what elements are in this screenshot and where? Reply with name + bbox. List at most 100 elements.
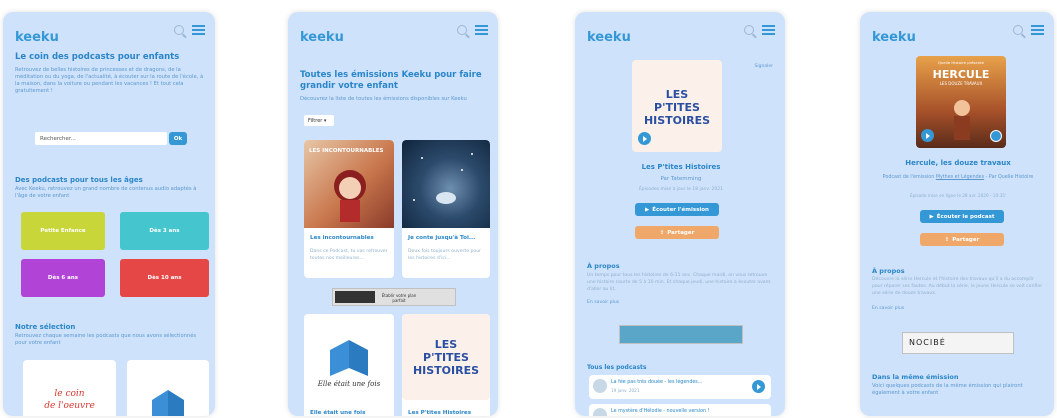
listen-button[interactable]: ▶ Écouter l'émission — [635, 203, 719, 216]
episode-meta: Podcast de l'émission Mythes et Légendes… — [882, 175, 1034, 180]
age-button-10-ans[interactable]: Dès 10 ans — [120, 259, 209, 297]
show-author: Par Tatemming — [660, 176, 702, 182]
share-icon: ⇪ — [659, 229, 665, 236]
ad-banner[interactable]: Établir votre plan parfait — [332, 288, 456, 306]
same-show-title: Dans la même émission — [872, 373, 959, 381]
about-text: Un temps pour tous les histoires de 6-11… — [587, 273, 771, 292]
search-input[interactable]: Rechercher... — [35, 132, 167, 145]
menu-icon[interactable] — [1031, 25, 1044, 35]
episode-duration: Épisode mise en ligne le 28 avr. 2020 - … — [909, 193, 1007, 198]
ages-section-title: Des podcasts pour tous les âges — [15, 176, 143, 184]
card-cover — [402, 140, 490, 228]
episode-cover: Quelle Histoire présente HERCULE LES DOU… — [916, 56, 1006, 148]
episode-title: Hercule, les douze travaux — [905, 159, 1011, 167]
ad-banner[interactable] — [619, 325, 743, 344]
page-subtitle: Découvrez la liste de toutes les émissio… — [300, 96, 467, 102]
screen-episode-detail: keeku Quelle Histoire présente HERCULE L… — [860, 12, 1054, 416]
selection-title: Notre sélection — [15, 323, 76, 331]
episode-row[interactable]: Le mystère d'Hélodie - nouvelle version … — [589, 404, 771, 416]
episode-thumb — [593, 408, 607, 416]
menu-icon[interactable] — [475, 25, 488, 35]
show-card-ptites-histoires[interactable]: LES P'TITES HISTOIRES Les P'tites Histoi… — [402, 314, 490, 416]
episode-thumb — [593, 379, 607, 393]
ad-brand: NOCIBÉ — [909, 338, 946, 347]
badge-icon — [990, 130, 1002, 142]
character-illustration — [334, 170, 366, 222]
card-description: Dans ce Podcast, tu vas retrouver toutes… — [310, 249, 388, 261]
read-more-link[interactable]: En savoir plus — [872, 305, 1044, 312]
search-icon[interactable] — [1013, 25, 1023, 35]
play-small-icon: ▶ — [929, 213, 934, 220]
about-text: Découvre la série Hercule et l'histoire … — [872, 277, 1043, 296]
page-title: Toutes les émissions Keeku pour faire gr… — [300, 70, 482, 91]
episode-title: La fée pas très douée - les légendes... — [611, 380, 703, 385]
search-icon[interactable] — [174, 25, 184, 35]
share-icon: ⇪ — [944, 236, 950, 243]
play-small-icon: ▶ — [645, 206, 650, 213]
screen-home: keeku Le coin des podcasts pour enfants … — [3, 12, 215, 416]
ages-section-text: Avec Keeku, retrouvez un grand nombre de… — [15, 186, 197, 199]
cover-title: LES P'TITES HISTOIRES — [643, 88, 711, 127]
cover-title: LES P'TITES HISTOIRES — [412, 338, 480, 377]
menu-icon[interactable] — [762, 25, 775, 35]
episode-row[interactable]: La fée pas très douée - les légendes... … — [589, 375, 771, 399]
selection-card-1[interactable]: le coin de l'oeuvre — [23, 360, 116, 416]
card-description: Deux fois toujours ouverte pour les hist… — [408, 249, 482, 261]
card-cover: LES INCONTOURNABLES — [304, 140, 394, 228]
header: keeku — [860, 12, 1054, 46]
same-show-text: Voici quelques podcasts de la même émiss… — [872, 383, 1023, 396]
open-book-icon — [330, 340, 368, 376]
book-icon — [152, 390, 184, 416]
show-title: Les P'tites Histoires — [641, 163, 721, 171]
starry-illustration — [413, 153, 473, 204]
header: keeku — [288, 12, 498, 46]
keeku-logo[interactable]: keeku — [300, 30, 344, 45]
ad-banner[interactable]: NOCIBÉ — [902, 332, 1014, 354]
selection-text: Retrouvez chaque semaine les podcasts qu… — [15, 333, 197, 346]
search-icon[interactable] — [744, 25, 754, 35]
keeku-logo[interactable]: keeku — [15, 30, 59, 45]
play-icon[interactable] — [921, 129, 934, 142]
show-card-je-conte[interactable]: Je conte jusqu'à Toi... Deux fois toujou… — [402, 140, 490, 278]
read-more-link[interactable]: En savoir plus — [587, 299, 775, 306]
search-icon[interactable] — [457, 25, 467, 35]
episode-title: Le mystère d'Hélodie - nouvelle version … — [611, 409, 710, 414]
show-card-elle-etait[interactable]: Elle était une fois Elle était une fois — [304, 314, 394, 416]
page-title: Le coin des podcasts pour enfants — [15, 52, 180, 62]
age-button-petite-enfance[interactable]: Petite Enfance — [21, 212, 105, 250]
ad-image — [335, 291, 375, 303]
header: keeku — [575, 12, 785, 46]
search-button[interactable]: Ok — [169, 132, 187, 145]
play-icon[interactable] — [638, 132, 651, 145]
show-link[interactable]: Mythes et Légendes — [936, 175, 984, 180]
screen-shows-list: keeku Toutes les émissions Keeku pour fa… — [288, 12, 498, 416]
card-title: Les incontournables — [310, 235, 374, 241]
card-cover: LES P'TITES HISTOIRES — [402, 314, 490, 400]
show-card-incontournables[interactable]: LES INCONTOURNABLES Les incontournables … — [304, 140, 394, 278]
keeku-logo[interactable]: keeku — [872, 30, 916, 45]
show-updated: Épisodes mise à jour le 18 janv. 2021 — [638, 187, 724, 192]
episode-play-icon[interactable] — [752, 380, 765, 393]
all-podcasts-title: Tous les podcasts — [587, 364, 647, 371]
card-cover-text: le coin de l'oeuvre — [44, 389, 95, 411]
card-title: Elle était une fois — [310, 410, 366, 416]
share-button[interactable]: ⇪ Partager — [920, 233, 1004, 246]
selection-card-2[interactable] — [127, 360, 209, 416]
ad-text: Établir votre plan parfait — [381, 293, 417, 303]
episode-date: 19 janv. 2021 — [611, 388, 640, 393]
show-cover: LES P'TITES HISTOIRES — [632, 60, 722, 152]
keeku-logo[interactable]: keeku — [587, 30, 631, 45]
report-link[interactable]: Signaler — [755, 64, 773, 69]
screen-show-detail: keeku Signaler LES P'TITES HISTOIRES Les… — [575, 12, 785, 416]
age-button-6-ans[interactable]: Dès 6 ans — [21, 259, 105, 297]
menu-icon[interactable] — [192, 25, 205, 35]
card-title: Les P'tites Histoires — [408, 410, 472, 416]
age-button-3-ans[interactable]: Dès 3 ans — [120, 212, 209, 250]
about-title: À propos — [587, 262, 620, 270]
listen-button[interactable]: ▶ Écouter le podcast — [920, 210, 1004, 223]
filter-select[interactable]: Filtrer ▾ — [304, 115, 334, 126]
share-button[interactable]: ⇪ Partager — [635, 226, 719, 239]
cover-script: Elle était une fois — [317, 380, 381, 388]
intro-text: Retrouvez de belles histoires de princes… — [15, 67, 204, 94]
header: keeku — [3, 12, 215, 46]
